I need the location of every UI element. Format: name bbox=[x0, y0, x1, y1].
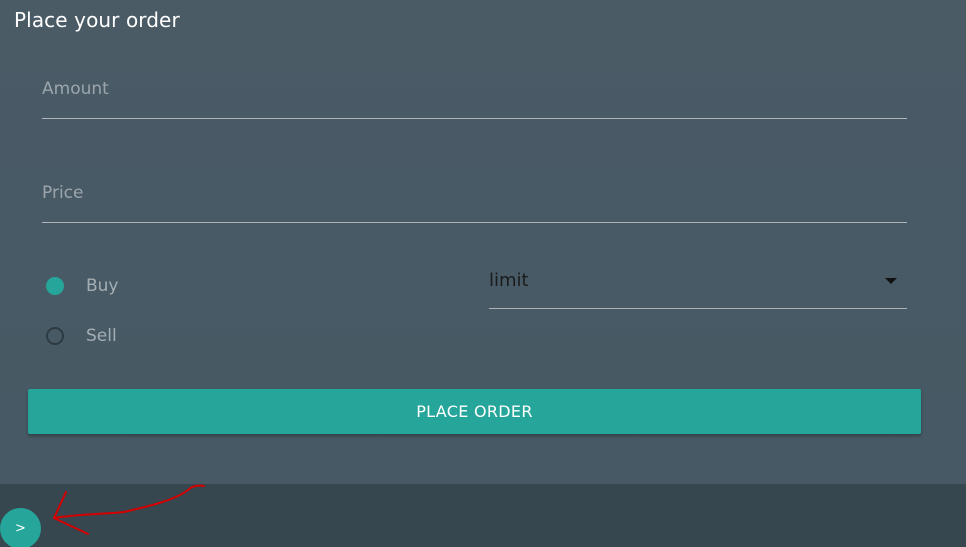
chevron-down-icon[interactable] bbox=[885, 278, 897, 284]
price-placeholder: Price bbox=[42, 183, 84, 203]
order-type-select[interactable]: limit bbox=[489, 266, 907, 309]
annotation-arrow-shaft bbox=[53, 484, 205, 519]
place-order-button[interactable]: PLACE ORDER bbox=[28, 389, 921, 434]
sell-label: Sell bbox=[86, 326, 117, 346]
sell-option[interactable]: Sell bbox=[46, 324, 117, 348]
order-panel: Place your order Amount Price Buy Sell l… bbox=[0, 0, 966, 484]
annotation-arrow-head bbox=[53, 491, 89, 535]
page-title: Place your order bbox=[14, 8, 180, 32]
order-type-value: limit bbox=[489, 270, 529, 291]
price-field[interactable]: Price bbox=[42, 182, 907, 223]
buy-label: Buy bbox=[86, 276, 119, 296]
amount-field[interactable]: Amount bbox=[42, 78, 907, 119]
amount-placeholder: Amount bbox=[42, 79, 109, 99]
app-root: Place your order Amount Price Buy Sell l… bbox=[0, 0, 966, 547]
buy-option[interactable]: Buy bbox=[46, 274, 119, 298]
red-arrow-annotation bbox=[53, 484, 205, 535]
sell-radio[interactable] bbox=[46, 327, 64, 345]
buy-radio[interactable] bbox=[46, 277, 64, 295]
